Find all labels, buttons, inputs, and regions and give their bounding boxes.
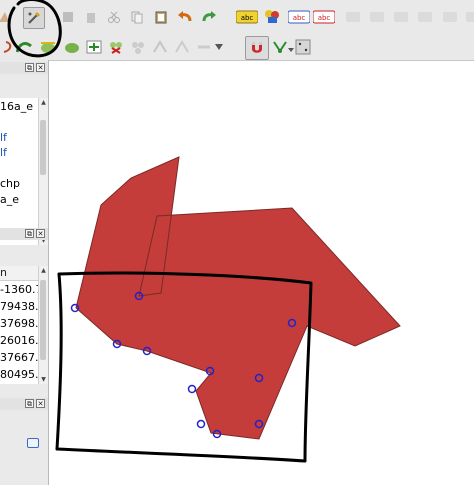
table-row[interactable]: 26016.2 — [0, 334, 38, 348]
map-canvas[interactable] — [49, 61, 474, 485]
snapping-magnet-button[interactable] — [245, 36, 269, 60]
redo-icon[interactable] — [199, 7, 219, 27]
scroll-up-icon[interactable]: ▲ — [39, 266, 48, 275]
label-diagram-icon[interactable] — [462, 7, 474, 27]
pin-labels-icon[interactable]: abc — [288, 7, 310, 27]
close-panel-icon[interactable]: ✕ — [36, 399, 45, 408]
layers-scrollbar[interactable]: ▲ ▼ — [38, 98, 48, 245]
label-show-hide-icon[interactable] — [391, 7, 411, 27]
svg-text:abc: abc — [293, 14, 306, 22]
attribute-panel-header: ⧉ ✕ — [0, 228, 48, 240]
layers-list: 16a_e lf lf chp a_e — [0, 98, 38, 245]
attribute-scrollbar[interactable]: ▲ ▼ — [38, 266, 48, 384]
panel-widget-icon[interactable] — [27, 438, 39, 448]
delete-selected-icon[interactable] — [81, 7, 101, 27]
table-row[interactable]: 37698.8 — [0, 317, 38, 331]
layer-item[interactable]: lf — [0, 146, 7, 160]
polygon-feature — [75, 156, 401, 440]
split-dropdown-icon[interactable] — [214, 37, 224, 57]
snap-tolerance-icon[interactable] — [295, 37, 311, 57]
attribute-table: n -1360.7 79438.3 37698.8 26016.2 37667.… — [0, 266, 38, 384]
copy-features-icon[interactable] — [127, 7, 147, 27]
table-row[interactable]: 80495.9 — [0, 368, 38, 382]
split-features-icon[interactable] — [194, 37, 214, 57]
map-view[interactable] — [49, 61, 474, 485]
label-rotate-icon[interactable] — [367, 7, 387, 27]
label-pin-icon[interactable] — [440, 7, 460, 27]
label-toolbar-icon[interactable]: abc — [236, 7, 258, 27]
delete-part-icon[interactable] — [128, 37, 148, 57]
layer-item[interactable]: a_e — [0, 193, 19, 207]
cut-features-icon[interactable] — [104, 7, 124, 27]
scroll-down-icon[interactable]: ▼ — [39, 375, 48, 384]
offset-curve-icon[interactable] — [172, 37, 192, 57]
scroll-up-icon[interactable]: ▲ — [39, 98, 48, 107]
browser-panel-header: ⧉ ✕ — [0, 398, 48, 410]
fill-ring-icon[interactable] — [84, 37, 104, 57]
vertex-marker — [187, 384, 197, 394]
float-panel-icon[interactable]: ⧉ — [25, 399, 34, 408]
layer-item[interactable]: chp — [0, 177, 20, 191]
annotation-circle — [7, 0, 62, 58]
reshape-features-icon[interactable] — [150, 37, 170, 57]
close-panel-icon[interactable]: ✕ — [36, 229, 45, 238]
table-row[interactable]: 37667.3 — [0, 351, 38, 365]
scroll-thumb[interactable] — [40, 280, 46, 360]
label-move-icon[interactable] — [343, 7, 363, 27]
scroll-thumb[interactable] — [40, 120, 46, 175]
style-manager-icon[interactable] — [262, 7, 282, 27]
vertex-marker — [196, 419, 206, 429]
layer-item[interactable]: 16a_e — [0, 100, 33, 114]
column-header[interactable]: n — [0, 266, 38, 281]
label-properties-icon[interactable] — [415, 7, 435, 27]
label-tool-text: abc — [241, 14, 254, 22]
undo-icon[interactable] — [175, 7, 195, 27]
delete-ring-icon[interactable] — [106, 37, 126, 57]
left-dock: ⧉ ✕ 16a_e lf lf chp a_e ▲ ▼ ⧉ ✕ n -1360.… — [0, 60, 49, 485]
snap-to-vertex-icon[interactable] — [272, 37, 294, 57]
table-row[interactable]: -1360.7 — [0, 283, 38, 297]
table-row[interactable]: 79438.3 — [0, 300, 38, 314]
svg-text:abc: abc — [318, 14, 331, 22]
change-label-icon[interactable]: abc — [313, 7, 335, 27]
layer-item[interactable]: lf — [0, 131, 7, 145]
float-panel-icon[interactable]: ⧉ — [25, 229, 34, 238]
paste-features-icon[interactable] — [151, 7, 171, 27]
